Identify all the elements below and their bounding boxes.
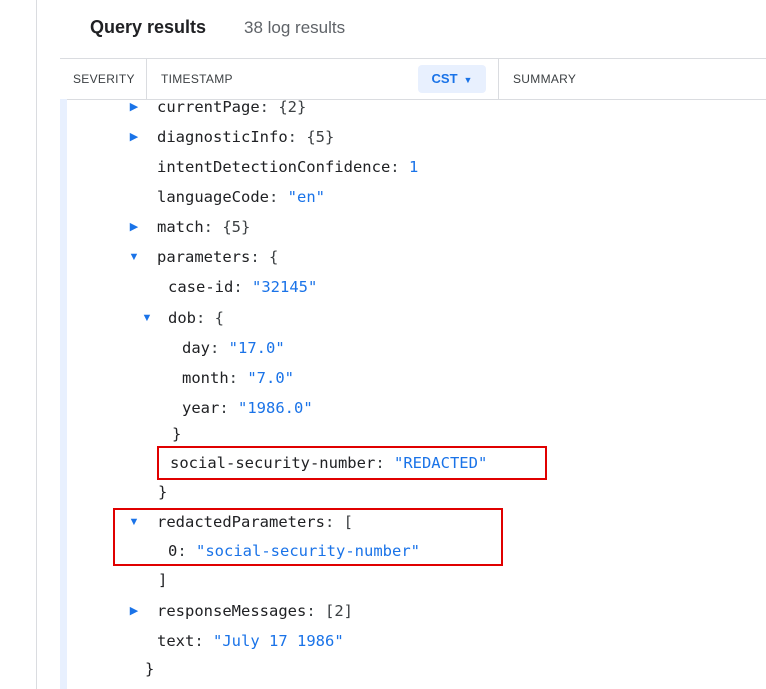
column-divider xyxy=(498,59,499,99)
timezone-dropdown[interactable]: CST ▼ xyxy=(418,65,486,93)
json-colon: : xyxy=(259,98,279,116)
json-colon: : xyxy=(194,632,213,650)
json-colon: : xyxy=(219,399,238,417)
json-field-social-security-number: social-security-number: "REDACTED" xyxy=(170,451,487,475)
log-entry-indicator xyxy=(60,99,67,689)
severity-column-header[interactable]: SEVERITY xyxy=(73,59,135,99)
json-colon: : xyxy=(177,542,197,560)
expand-triangle-icon[interactable]: ▶ xyxy=(127,215,141,239)
json-key: 0 xyxy=(168,542,178,560)
json-array-item-0: 0: "social-security-number" xyxy=(168,539,420,563)
json-field-currentPage[interactable]: currentPage: {2} xyxy=(157,95,306,119)
json-value: {5} xyxy=(222,218,251,236)
json-key: case-id xyxy=(168,278,234,296)
collapse-triangle-icon[interactable]: ▼ xyxy=(127,510,141,534)
json-close-bracket: ] xyxy=(158,571,168,589)
json-field-year: year: "1986.0" xyxy=(182,396,313,420)
json-value: {5} xyxy=(306,128,335,146)
json-key: match xyxy=(157,218,204,236)
json-value: "July 17 1986" xyxy=(213,632,344,650)
json-field-diagnosticInfo[interactable]: diagnosticInfo: {5} xyxy=(157,125,334,149)
json-value: {2} xyxy=(278,98,307,116)
json-key: languageCode xyxy=(157,188,269,206)
json-value: "REDACTED" xyxy=(393,454,488,472)
json-colon: : xyxy=(306,602,325,620)
json-key: responseMessages xyxy=(157,602,307,620)
column-header-row: SEVERITY TIMESTAMP CST ▼ SUMMARY xyxy=(60,58,766,100)
results-header: Query results 38 log results xyxy=(60,0,766,58)
json-field-redactedParameters[interactable]: redactedParameters: [ xyxy=(157,510,353,534)
json-value: [2] xyxy=(324,602,353,620)
expand-triangle-icon[interactable]: ▶ xyxy=(127,599,141,623)
json-field-responseMessages[interactable]: responseMessages: [2] xyxy=(157,599,353,623)
json-field-month: month: "7.0" xyxy=(182,366,294,390)
json-key: month xyxy=(182,369,229,387)
json-value: { xyxy=(269,248,279,266)
log-results-count: 38 log results xyxy=(244,18,346,37)
json-colon: : xyxy=(203,218,223,236)
json-colon: : xyxy=(228,369,248,387)
json-close-brace: } xyxy=(158,483,168,501)
json-key: day xyxy=(182,339,210,357)
query-results-title: Query results xyxy=(90,17,207,37)
timestamp-column-header[interactable]: TIMESTAMP xyxy=(161,59,233,99)
json-close-brace: } xyxy=(145,660,155,678)
json-field-languageCode: languageCode: "en" xyxy=(157,185,325,209)
json-key: text xyxy=(157,632,195,650)
json-close-brace: } xyxy=(172,425,182,443)
json-value: "17.0" xyxy=(228,339,285,357)
json-key: year xyxy=(182,399,220,417)
json-field-dob[interactable]: dob: { xyxy=(168,306,224,330)
json-key: intentDetectionConfidence xyxy=(157,158,391,176)
json-colon: : xyxy=(196,309,215,327)
json-colon: : xyxy=(233,278,252,296)
json-value: "1986.0" xyxy=(238,399,313,417)
expand-triangle-icon[interactable]: ▶ xyxy=(127,95,141,119)
json-value: "32145" xyxy=(252,278,318,296)
json-key: dob xyxy=(168,309,196,327)
json-colon: : xyxy=(287,128,307,146)
json-key: social-security-number xyxy=(170,454,376,472)
left-divider xyxy=(36,0,37,689)
json-field-case-id: case-id: "32145" xyxy=(168,275,317,299)
json-key: currentPage xyxy=(157,98,260,116)
json-colon: : xyxy=(268,188,288,206)
json-value: [ xyxy=(343,513,353,531)
expand-triangle-icon[interactable]: ▶ xyxy=(127,125,141,149)
json-value: "7.0" xyxy=(247,369,295,387)
collapse-triangle-icon[interactable]: ▼ xyxy=(140,306,154,330)
caret-down-icon: ▼ xyxy=(463,75,473,85)
collapse-triangle-icon[interactable]: ▼ xyxy=(127,245,141,269)
json-colon: : xyxy=(210,339,229,357)
json-colon: : xyxy=(375,454,394,472)
json-key: parameters xyxy=(157,248,251,266)
json-value: 1 xyxy=(408,158,419,176)
timezone-label: CST xyxy=(431,71,458,86)
json-field-intentDetectionConfidence: intentDetectionConfidence: 1 xyxy=(157,155,418,179)
json-key: redactedParameters xyxy=(157,513,325,531)
column-divider xyxy=(146,59,147,99)
json-key: diagnosticInfo xyxy=(157,128,288,146)
summary-column-header[interactable]: SUMMARY xyxy=(513,59,576,99)
json-field-match[interactable]: match: {5} xyxy=(157,215,250,239)
json-value: "en" xyxy=(287,188,325,206)
json-colon: : xyxy=(390,158,409,176)
json-field-text: text: "July 17 1986" xyxy=(157,629,344,653)
json-colon: : xyxy=(250,248,269,266)
json-colon: : xyxy=(324,513,344,531)
json-field-day: day: "17.0" xyxy=(182,336,285,360)
json-value: { xyxy=(214,309,225,327)
json-field-parameters[interactable]: parameters: { xyxy=(157,245,278,269)
json-value: "social-security-number" xyxy=(196,542,420,560)
